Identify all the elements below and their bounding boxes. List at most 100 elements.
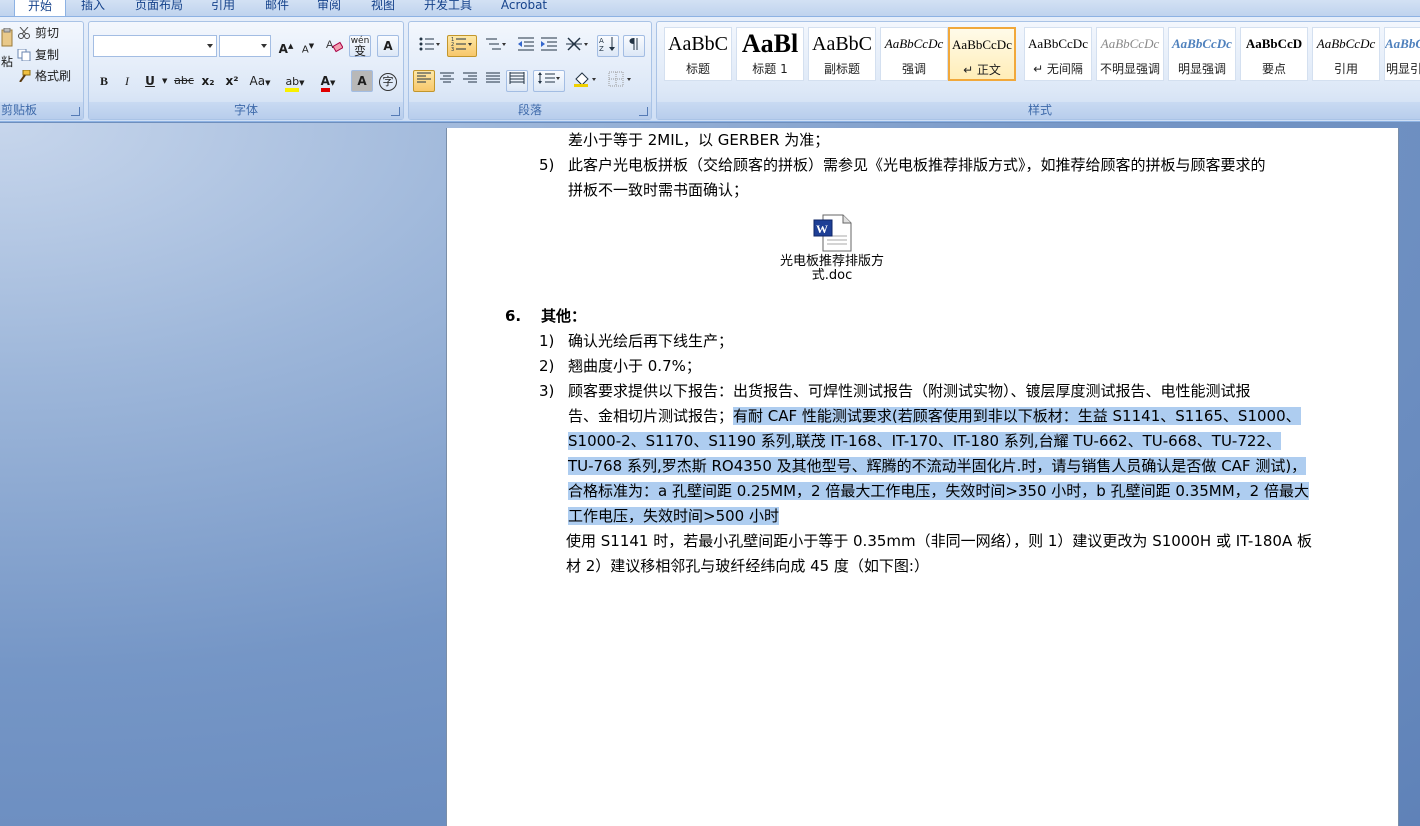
highlight-button[interactable]: ab▼ bbox=[279, 70, 311, 92]
selected-text: 工作电压，失效时间>500 小时 bbox=[568, 507, 779, 525]
clipboard-dialog-launcher[interactable] bbox=[71, 107, 80, 116]
tab-mailings[interactable]: 邮件 bbox=[256, 0, 298, 16]
char-shading-button[interactable]: A bbox=[351, 70, 373, 92]
distributed-button[interactable] bbox=[506, 70, 528, 92]
shading-button[interactable] bbox=[569, 70, 603, 92]
svg-text:A: A bbox=[599, 37, 604, 45]
show-marks-button[interactable] bbox=[623, 35, 645, 57]
phonetic-guide-button[interactable]: wén 变 bbox=[349, 35, 371, 57]
shrink-font-button[interactable]: A▼ bbox=[297, 35, 319, 57]
tab-acrobat[interactable]: Acrobat bbox=[494, 0, 554, 16]
style-quote[interactable]: AaBbCcDc 引用 bbox=[1312, 27, 1380, 81]
style-subtitle[interactable]: AaBbC 副标题 bbox=[808, 27, 876, 81]
tab-insert[interactable]: 插入 bbox=[72, 0, 114, 16]
font-name-combo[interactable] bbox=[93, 35, 217, 57]
align-left-button[interactable] bbox=[413, 70, 435, 92]
doc-line: 确认光绘后再下线生产； bbox=[568, 332, 734, 350]
change-case-button[interactable]: Aa▼ bbox=[247, 70, 273, 92]
strikethrough-button[interactable]: abc bbox=[173, 70, 195, 92]
bullets-button[interactable] bbox=[413, 35, 445, 57]
document-page[interactable]: 差小于等于 2MIL，以 GERBER 为准； 5) 此客户光电板拼板（交给顾客… bbox=[446, 128, 1399, 826]
style-normal[interactable]: AaBbCcDc ↵ 正文 bbox=[948, 27, 1016, 81]
clear-format-button[interactable]: A bbox=[323, 35, 345, 57]
chevron-down-icon[interactable]: ▼ bbox=[162, 77, 167, 85]
superscript-button[interactable]: x² bbox=[221, 70, 243, 92]
font-color-button[interactable]: A▼ bbox=[313, 70, 343, 92]
style-name: 引用 bbox=[1333, 62, 1358, 76]
doc-line: 工作电压，失效时间>500 小时 bbox=[568, 504, 779, 529]
doc-text: 告、金相切片测试报告； bbox=[568, 407, 734, 425]
numbered-list-icon: 123 bbox=[451, 37, 472, 53]
enclose-char-button[interactable]: 字 bbox=[377, 70, 399, 92]
font-group: A▲ A▼ A wén 变 A B I U ▼ abc x₂ x² Aa▼ ab▼… bbox=[88, 21, 404, 120]
decrease-indent-button[interactable] bbox=[515, 35, 537, 57]
align-right-button[interactable] bbox=[459, 70, 481, 92]
tab-references[interactable]: 引用 bbox=[202, 0, 244, 16]
style-sample: AaBbCcDc bbox=[1172, 36, 1232, 51]
style-name: 要点 bbox=[1261, 62, 1286, 76]
paragraph-dialog-launcher[interactable] bbox=[639, 107, 648, 116]
ribbon: 粘 剪切 复制 格式刷 剪贴板 A▲ A▼ A wén 变 A B I U ▼ a… bbox=[0, 16, 1420, 122]
paste-icon bbox=[1, 27, 13, 47]
style-title[interactable]: AaBbC 标题 bbox=[664, 27, 732, 81]
tab-developer[interactable]: 开发工具 bbox=[414, 0, 482, 16]
svg-text:W: W bbox=[816, 222, 828, 236]
enclose-char-label: 字 bbox=[379, 73, 397, 91]
style-sample: AaBbCcD bbox=[1245, 36, 1303, 51]
indent-icon bbox=[541, 37, 557, 51]
style-sample: AaBbC bbox=[812, 33, 872, 55]
style-intense-emphasis[interactable]: AaBbCcDc 明显强调 bbox=[1168, 27, 1236, 81]
justify-icon bbox=[486, 72, 500, 83]
phonetic-char: 变 bbox=[353, 44, 366, 58]
increase-indent-button[interactable] bbox=[538, 35, 560, 57]
style-subtle-emphasis[interactable]: AaBbCcDc 不明显强调 bbox=[1096, 27, 1164, 81]
style-strong[interactable]: AaBbCcD 要点 bbox=[1240, 27, 1308, 81]
tab-home[interactable]: 开始 bbox=[14, 0, 66, 16]
list-number: 3) bbox=[539, 382, 555, 400]
borders-button[interactable] bbox=[605, 70, 637, 92]
font-size-combo[interactable] bbox=[219, 35, 271, 57]
line-spacing-button[interactable] bbox=[533, 70, 565, 92]
selected-text: 合格标准为：a 孔壁间距 0.25MM，2 倍最大工作电压，失效时间>350 小… bbox=[568, 482, 1309, 500]
format-painter-button[interactable]: 格式刷 bbox=[17, 67, 71, 85]
char-border-button[interactable]: A bbox=[377, 35, 399, 57]
style-sample: AaBbCcDc bbox=[1316, 36, 1376, 51]
align-center-button[interactable] bbox=[436, 70, 458, 92]
style-emphasis[interactable]: AaBbCcDc 强调 bbox=[880, 27, 948, 81]
list-number: 2) bbox=[539, 357, 555, 375]
paste-button[interactable]: 粘 bbox=[1, 27, 15, 69]
sort-button[interactable]: AZ bbox=[597, 35, 619, 57]
attachment-name-line2: 式.doc bbox=[811, 268, 853, 283]
style-no-spacing[interactable]: AaBbCcDc ↵ 无间隔 bbox=[1024, 27, 1092, 81]
tab-review[interactable]: 审阅 bbox=[308, 0, 350, 16]
list-number: 5) bbox=[539, 156, 555, 174]
embedded-doc-attachment[interactable]: W 光电板推荐排版方 式.doc bbox=[767, 214, 897, 283]
styles-group-label: 样式 bbox=[657, 102, 1420, 119]
line-spacing-icon bbox=[538, 72, 560, 84]
chinese-layout-button[interactable] bbox=[563, 35, 593, 57]
copy-button[interactable]: 复制 bbox=[17, 46, 59, 64]
font-dialog-launcher[interactable] bbox=[391, 107, 400, 116]
subscript-button[interactable]: x₂ bbox=[197, 70, 219, 92]
style-sample: AaBbCcDc bbox=[1385, 36, 1420, 51]
style-name: 强调 bbox=[901, 62, 926, 76]
brush-icon bbox=[17, 69, 31, 83]
attachment-name-line1: 光电板推荐排版方 bbox=[779, 254, 884, 269]
numbering-button[interactable]: 123 bbox=[447, 35, 477, 57]
justify-button[interactable] bbox=[482, 70, 504, 92]
style-sample: AaBbC bbox=[668, 33, 728, 55]
selected-text: S1000-2、S1170、S1190 系列,联茂 IT-168、IT-170、… bbox=[568, 432, 1281, 450]
multilevel-list-button[interactable] bbox=[481, 35, 511, 57]
section-number: 6. bbox=[505, 307, 522, 325]
bold-button[interactable]: B bbox=[93, 70, 115, 92]
tab-page-layout[interactable]: 页面布局 bbox=[124, 0, 194, 16]
font-color-label: A bbox=[320, 74, 330, 92]
grow-font-button[interactable]: A▲ bbox=[275, 35, 297, 57]
style-heading-1[interactable]: AaBl 标题 1 bbox=[736, 27, 804, 81]
italic-button[interactable]: I bbox=[116, 70, 138, 92]
underline-button[interactable]: U bbox=[139, 70, 161, 92]
style-intense-quote[interactable]: AaBbCcDc 明显引 bbox=[1384, 27, 1420, 81]
list-number: 1) bbox=[539, 332, 555, 350]
cut-button[interactable]: 剪切 bbox=[17, 24, 59, 42]
tab-view[interactable]: 视图 bbox=[362, 0, 404, 16]
